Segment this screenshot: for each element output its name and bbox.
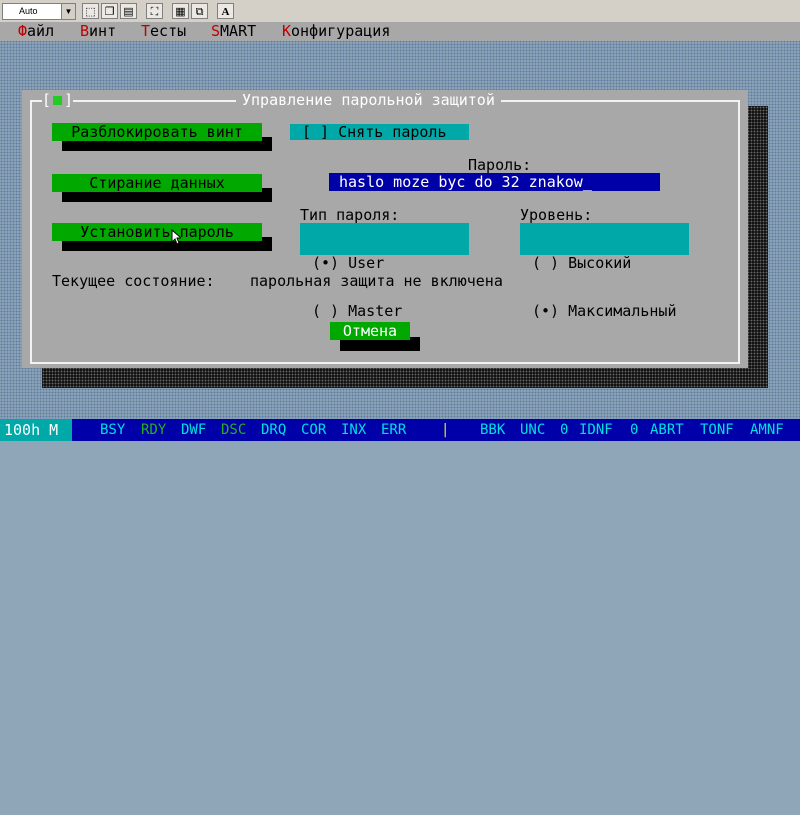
password-type-master-radio[interactable]: ( ) Master xyxy=(312,303,469,319)
remove-password-checkbox[interactable]: [ ] Снять пароль xyxy=(290,124,469,140)
mouse-pointer-icon xyxy=(171,229,181,245)
menu-smart[interactable]: SMART xyxy=(211,22,256,41)
level-maximum-radio[interactable]: (•) Максимальный xyxy=(532,303,689,319)
password-type-label: Тип пароля: xyxy=(300,206,400,224)
properties-icon[interactable]: ▦ xyxy=(172,3,189,19)
level-label: Уровень: xyxy=(520,206,593,224)
set-password-button[interactable]: Установить пароль xyxy=(52,223,262,241)
font-button[interactable]: A xyxy=(217,3,234,19)
flag-bsy: BSY xyxy=(100,422,126,438)
level-radio-group: ( ) Высокий (•) Максимальный xyxy=(520,223,689,319)
flag-zero-1: 0 xyxy=(560,422,569,438)
status-value: парольная защита не включена xyxy=(250,272,503,290)
menu-configuration[interactable]: Конфигурация xyxy=(282,22,390,41)
fullscreen-icon[interactable]: ⛶ xyxy=(146,3,163,19)
unlock-drive-button[interactable]: Разблокировать винт xyxy=(52,123,262,141)
status-address: 100h M xyxy=(0,419,72,441)
flag-err: ERR xyxy=(381,422,407,438)
chevron-down-icon[interactable]: ▼ xyxy=(61,4,75,19)
dialog-title: Управление парольной защитой xyxy=(236,91,501,109)
password-input[interactable]: haslo moze byc do 32 znakow_ xyxy=(329,173,660,191)
copy-icon[interactable]: ❐ xyxy=(101,3,118,19)
status-bar: BSY RDY DWF DSC DRQ COR INX ERR | BBK UN… xyxy=(0,419,800,441)
mark-icon[interactable]: ⬚ xyxy=(82,3,99,19)
flag-idnf: IDNF xyxy=(579,422,613,438)
password-type-radio-group: (•) User ( ) Master xyxy=(300,223,469,319)
flag-inx: INX xyxy=(341,422,367,438)
password-type-user-radio[interactable]: (•) User xyxy=(312,255,469,271)
status-separator: | xyxy=(441,422,450,438)
flag-dsc: DSC xyxy=(221,422,247,438)
paste-icon[interactable]: ▤ xyxy=(120,3,137,19)
flag-dwf: DWF xyxy=(181,422,207,438)
status-label: Текущее состояние: xyxy=(52,272,215,290)
flag-rdy: RDY xyxy=(141,422,167,438)
password-label: Пароль: xyxy=(468,156,532,174)
menu-bar: Файл Винт Тесты SMART Конфигурация xyxy=(0,22,800,41)
cancel-button[interactable]: Отмена xyxy=(330,322,410,340)
menu-file[interactable]: Файл xyxy=(18,22,54,41)
level-high-radio[interactable]: ( ) Высокий xyxy=(532,255,689,271)
flag-unc: UNC xyxy=(520,422,546,438)
flag-cor: COR xyxy=(301,422,327,438)
close-icon[interactable]: [] xyxy=(42,91,74,109)
flag-bbk: BBK xyxy=(480,422,506,438)
flag-amnf: AMNF xyxy=(750,422,784,438)
menu-drive[interactable]: Винт xyxy=(80,22,116,41)
flag-abrt: ABRT xyxy=(650,422,684,438)
font-size-select[interactable]: Auto ▼ xyxy=(2,3,76,20)
font-size-select-value: Auto xyxy=(19,6,38,16)
erase-data-button[interactable]: Стирание данных xyxy=(52,174,262,192)
flag-zero-2: 0 xyxy=(630,422,639,438)
flag-drq: DRQ xyxy=(261,422,287,438)
menu-tests[interactable]: Тесты xyxy=(141,22,186,41)
background-icon[interactable]: ⧉ xyxy=(191,3,208,19)
flag-tonf: TONF xyxy=(700,422,734,438)
